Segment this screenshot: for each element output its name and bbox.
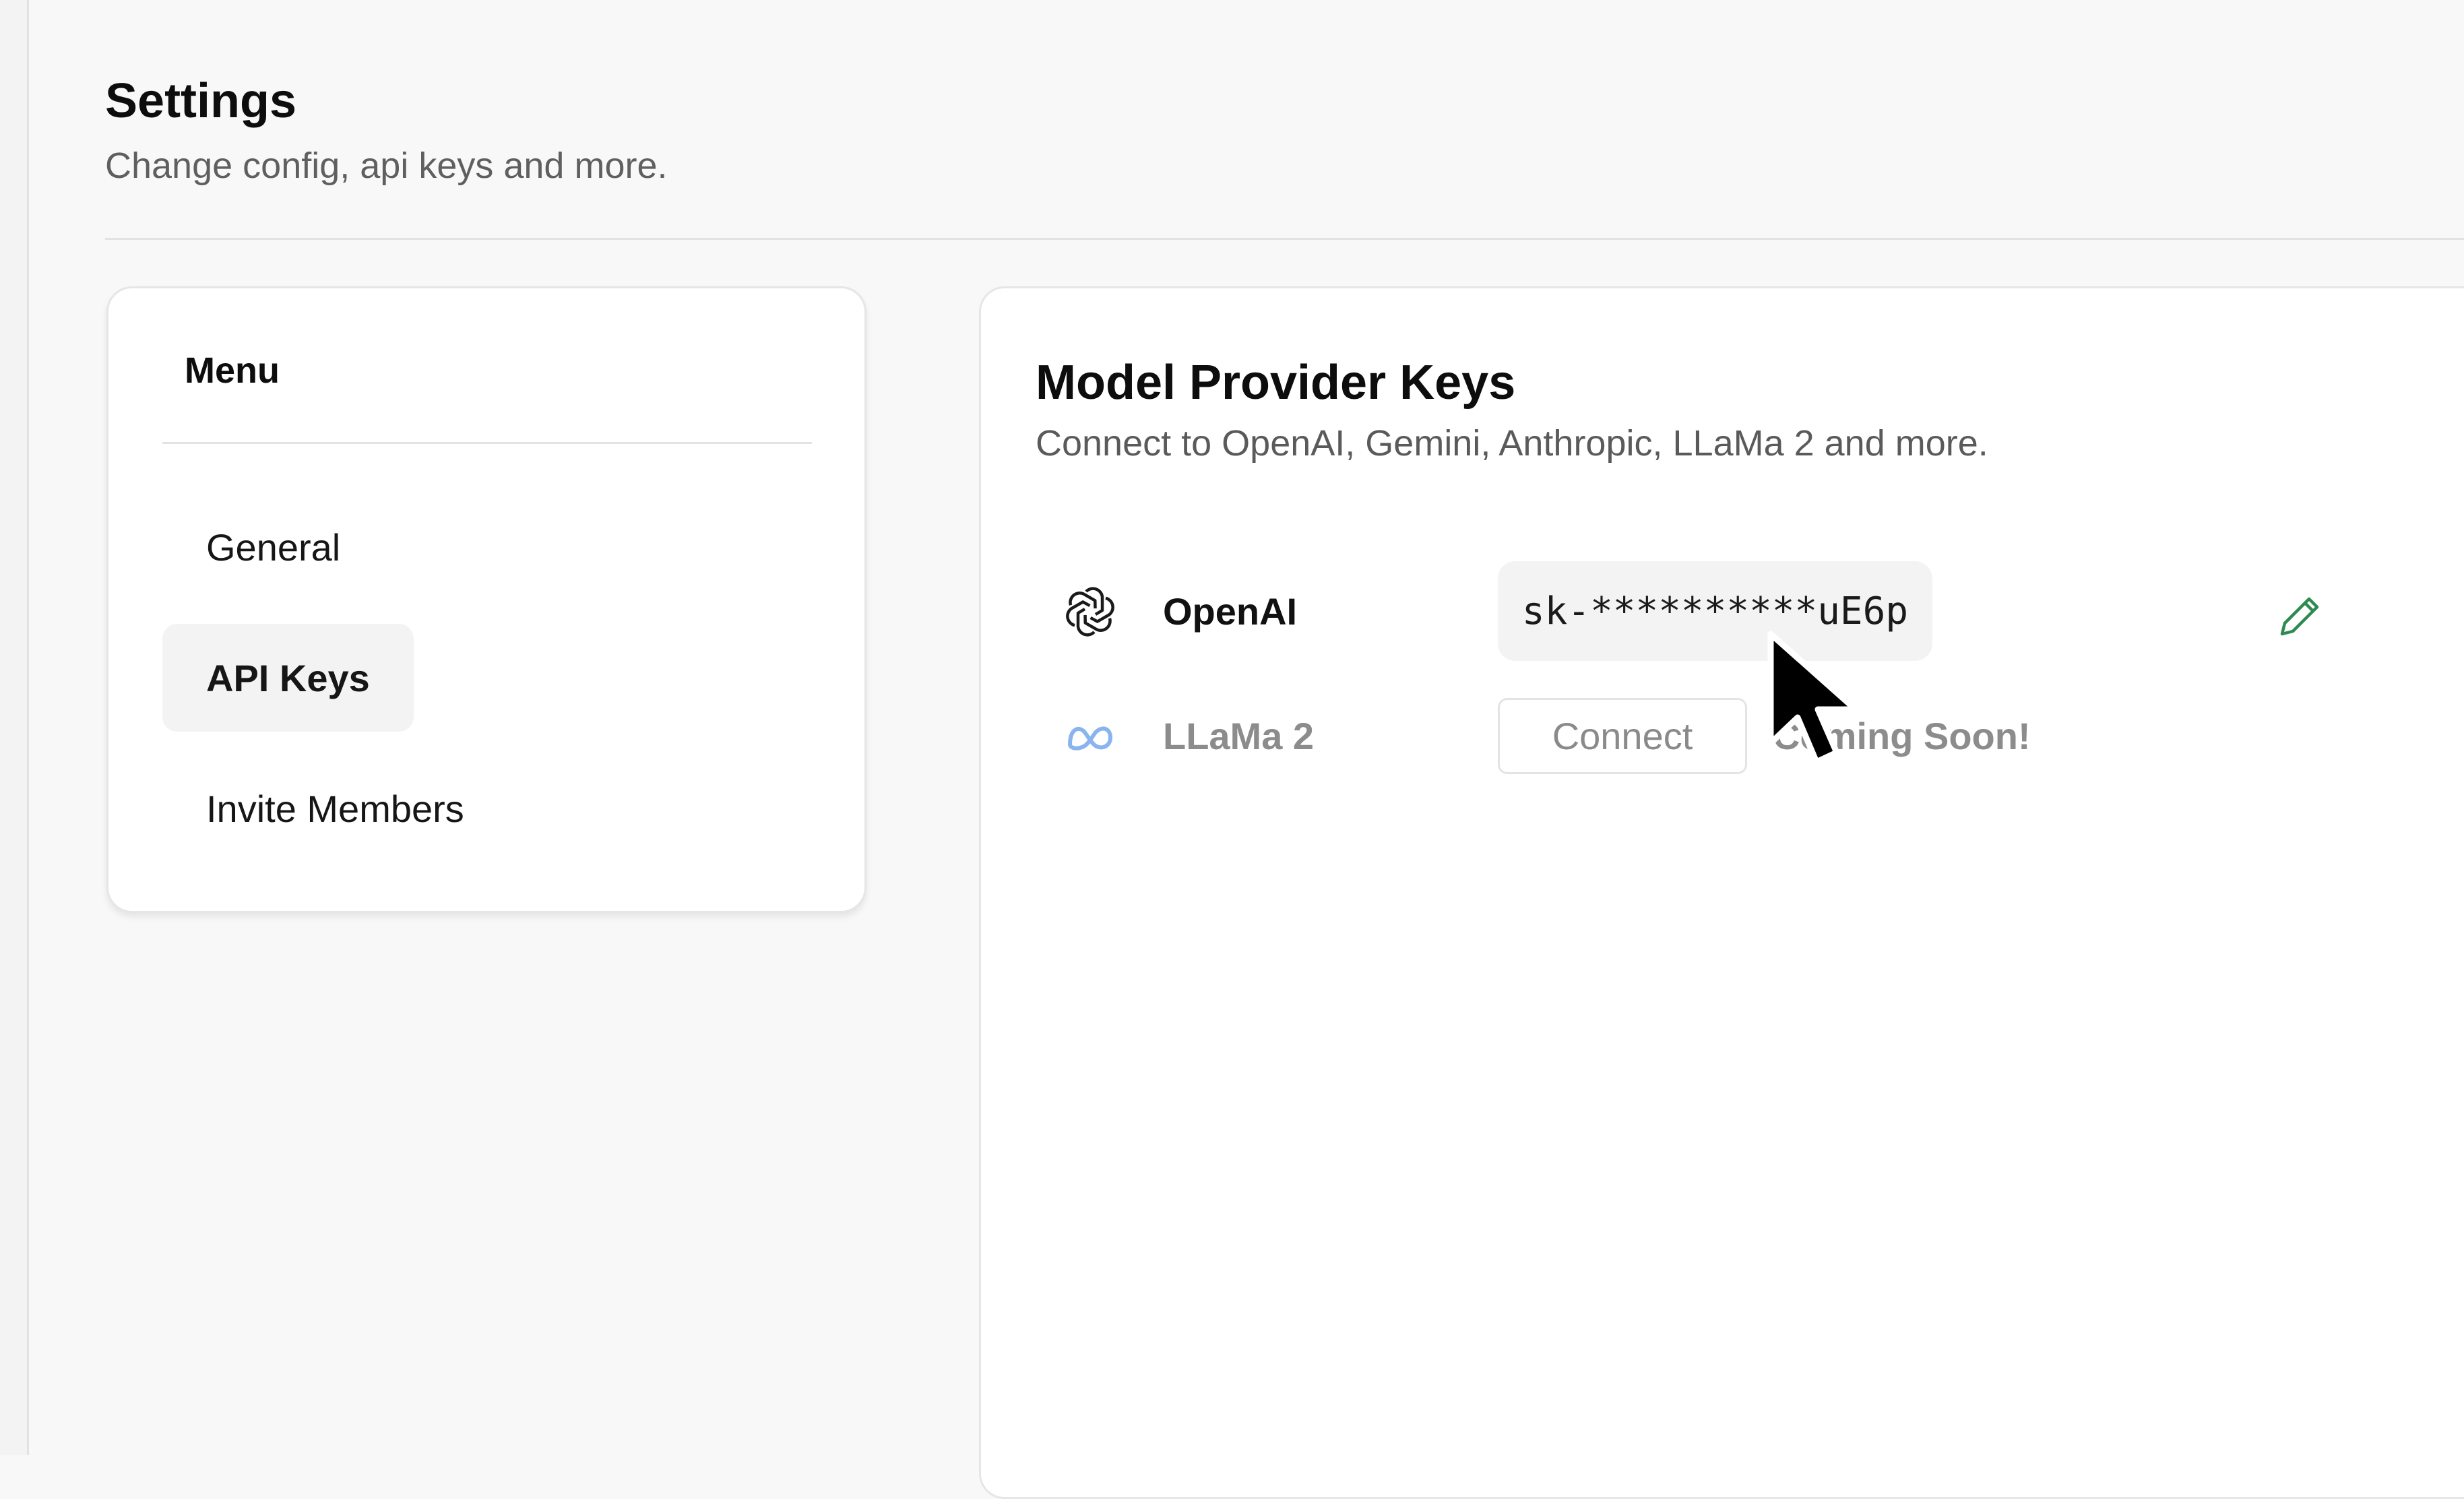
section-title: Model Provider Keys: [1036, 356, 1516, 410]
page-subtitle: Change config, api keys and more.: [105, 146, 668, 186]
menu-divider: [162, 442, 812, 444]
menu-item-label: General: [206, 525, 341, 569]
provider-row-llama: LLaMa 2 Connect Coming Soon!: [1062, 698, 2140, 799]
openai-logo-icon: [1062, 583, 1118, 640]
page-header: Settings Change config, api keys and mor…: [105, 67, 2464, 199]
provider-name-llama: LLaMa 2: [1163, 715, 1315, 757]
model-provider-keys-panel: Model Provider Keys Connect to OpenAI, G…: [979, 286, 2464, 1499]
coming-soon-label: Coming Soon!: [1773, 715, 2031, 757]
app-sidebar-edge: [0, 0, 29, 1455]
menu-item-invite-members[interactable]: Invite Members: [162, 755, 508, 862]
menu-item-label: API Keys: [206, 656, 370, 699]
page-title: Settings: [105, 74, 297, 128]
settings-menu-card: Menu General API Keys Invite Members: [106, 286, 866, 913]
menu-item-api-keys[interactable]: API Keys: [162, 624, 414, 732]
provider-name-openai: OpenAI: [1163, 590, 1298, 633]
pencil-icon[interactable]: [2278, 594, 2323, 638]
meta-logo-icon: [1062, 708, 1118, 765]
menu-item-label: Invite Members: [206, 787, 464, 830]
provider-row-openai: OpenAI sk-**********uE6p: [1062, 561, 2319, 662]
api-key-field-openai[interactable]: sk-**********uE6p: [1498, 561, 1932, 661]
menu-item-general[interactable]: General: [162, 493, 384, 601]
header-divider: [105, 238, 2464, 240]
section-subtitle: Connect to OpenAI, Gemini, Anthropic, LL…: [1036, 423, 1988, 464]
connect-button-llama[interactable]: Connect: [1498, 698, 1747, 774]
menu-title: Menu: [185, 350, 280, 391]
